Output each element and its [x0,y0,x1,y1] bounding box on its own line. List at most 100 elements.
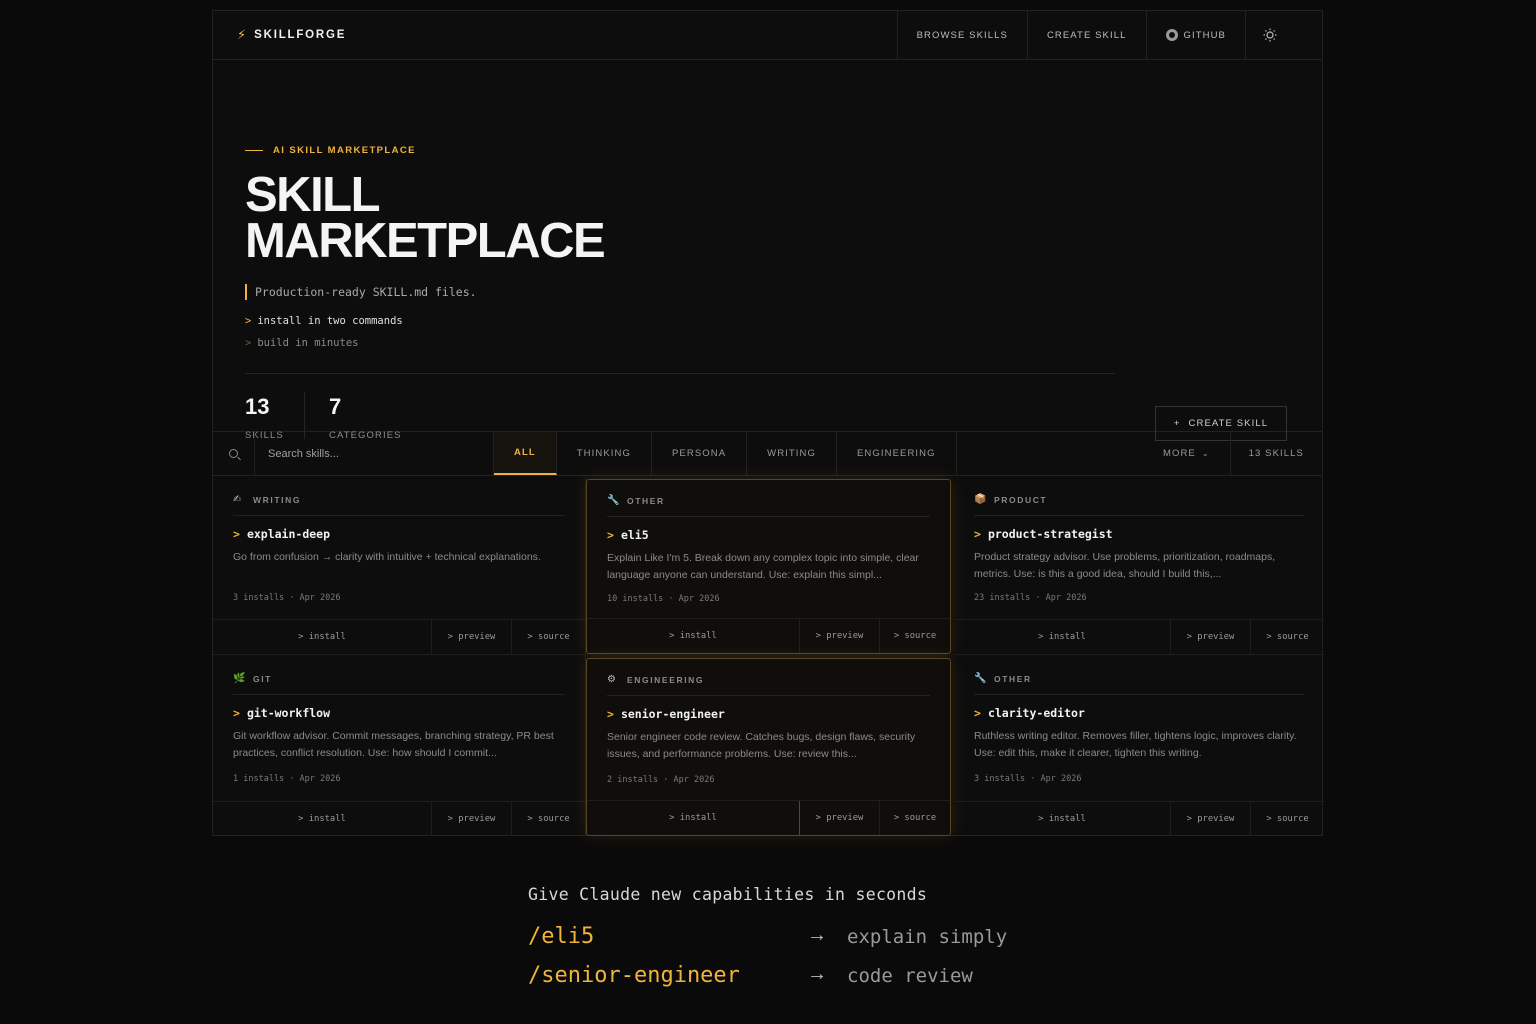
card-title[interactable]: > product-strategist [974,527,1113,541]
hero-divider [245,373,1115,374]
card-title-text: eli5 [620,528,649,542]
theme-toggle-button[interactable] [1245,11,1294,59]
source-button[interactable]: > source [1250,802,1324,836]
logo[interactable]: ⚡ SKILLFORGE [213,11,897,59]
preview-button[interactable]: > preview [1170,620,1250,654]
card-meta: 23 installs · Apr 2026 [974,593,1087,603]
card-header: ✍ WRITING [233,492,565,516]
card-header: 📦 PRODUCT [974,492,1304,516]
source-button[interactable]: > source [511,802,585,836]
card-meta: 2 installs · Apr 2026 [607,775,715,785]
skill-count: 13 SKILLS [1248,448,1304,459]
card-meta: 10 installs · Apr 2026 [607,594,720,604]
gear-icon: ⚙ [607,674,616,685]
preview-label: preview [826,631,864,641]
skill-card[interactable]: ⚙ ENGINEERING > senior-engineer Senior en… [586,658,951,836]
wrench-icon: 🔧 [607,495,620,506]
skill-card[interactable]: 🌿 GIT > git-workflow Git workflow advisor… [213,655,586,836]
tagline: Production-ready SKILL.md files. [245,284,477,300]
prompt-glyph: > [245,337,252,349]
preview-button[interactable]: > preview [799,801,879,835]
card-installs: 1 installs [233,774,285,784]
card-description: Go from confusion → clarity with intuiti… [233,551,541,563]
install-button[interactable]: > install [213,620,431,654]
stat-skills-value: 13 [245,394,270,419]
card-date: Apr 2026 [1045,593,1087,603]
preview-button[interactable]: > preview [431,802,511,836]
card-title-text: explain-deep [246,527,331,541]
nav-create-skill[interactable]: CREATE SKILL [1026,11,1146,59]
package-icon: 📦 [974,494,987,505]
nav-github[interactable]: GITHUB [1145,11,1246,59]
card-title[interactable]: > explain-deep [233,527,330,541]
card-title-text: clarity-editor [987,706,1085,720]
prompt-glyph: > [245,315,252,327]
command-text-2: build in minutes [257,337,359,349]
hero-section: AI SKILL MARKETPLACE SKILL MARKETPLACE P… [213,60,1322,441]
install-button[interactable]: > install [587,801,799,835]
skill-card[interactable]: 📦 PRODUCT > product-strategist Product st… [954,476,1324,655]
card-installs: 23 installs [974,593,1031,603]
title-line-2: MARKETPLACE [245,214,606,268]
preview-label: preview [1197,632,1235,642]
card-date: Apr 2026 [299,593,341,603]
slash-command-description: explain simply [847,926,1008,948]
card-title[interactable]: > git-workflow [233,706,330,720]
github-icon [1165,29,1178,41]
search-input[interactable] [268,447,478,460]
card-description: Senior engineer code review. Catches bug… [607,731,916,760]
install-button[interactable]: > install [954,620,1170,654]
tab-persona[interactable]: PERSONA [652,432,748,475]
preview-button[interactable]: > preview [431,620,511,654]
skill-card[interactable]: ✍ WRITING > explain-deep Go from confusio… [213,476,586,655]
source-label: source [904,631,937,641]
nav-browse-skills[interactable]: BROWSE SKILLS [896,11,1027,59]
card-title-text: product-strategist [987,527,1113,541]
card-actions: > install > preview > source [954,801,1324,836]
card-meta: 1 installs · Apr 2026 [233,774,341,784]
stat-categories-value: 7 [329,394,342,419]
install-label: install [308,814,346,824]
card-installs: 10 installs [607,594,664,604]
card-title[interactable]: > eli5 [607,528,649,542]
skill-card[interactable]: 🔧 OTHER > clarity-editor Ruthless writing… [954,655,1324,836]
card-category: OTHER [627,495,665,506]
card-date: Apr 2026 [299,774,341,784]
tab-thinking[interactable]: THINKING [557,432,652,475]
source-button[interactable]: > source [879,801,950,835]
card-title[interactable]: > clarity-editor [974,706,1085,720]
source-label: source [1276,632,1309,642]
preview-label: preview [458,632,496,642]
source-button[interactable]: > source [511,620,585,654]
install-label: install [679,631,717,641]
install-button[interactable]: > install [587,619,799,653]
create-skill-label: CREATE SKILL [1188,418,1269,429]
card-title[interactable]: > senior-engineer [607,707,725,721]
preview-button[interactable]: > preview [799,619,879,653]
filter-bar: ALL THINKING PERSONA WRITING ENGINEERING… [213,432,1322,476]
card-description: Product strategy advisor. Use problems, … [974,551,1276,580]
card-title-text: git-workflow [246,706,331,720]
install-button[interactable]: > install [954,802,1170,836]
tab-all[interactable]: ALL [494,432,557,475]
chevron-down-icon: ⌄ [1201,449,1210,458]
tab-engineering[interactable]: ENGINEERING [837,432,957,475]
card-actions: > install > preview > source [954,619,1324,654]
command-line-2: > build in minutes [245,337,358,349]
bolt-icon: ⚡ [237,27,247,42]
source-button[interactable]: > source [1250,620,1324,654]
install-button[interactable]: > install [213,802,431,836]
tab-writing[interactable]: WRITING [747,432,837,475]
card-actions: > install > preview > source [213,619,585,654]
preview-button[interactable]: > preview [1170,802,1250,836]
card-installs: 3 installs [233,593,285,603]
source-button[interactable]: > source [879,619,950,653]
eyebrow-text: AI SKILL MARKETPLACE [273,145,416,156]
more-dropdown[interactable]: MORE ⌄ [1143,432,1231,475]
install-label: install [1048,814,1086,824]
preview-label: preview [826,813,864,823]
install-label: install [308,632,346,642]
skill-card[interactable]: 🔧 OTHER > eli5 Explain Like I'm 5. Break … [586,479,951,654]
app-frame: ⚡ SKILLFORGE BROWSE SKILLS CREATE SKILL … [212,10,1324,836]
card-description: Explain Like I'm 5. Break down any compl… [607,552,919,581]
